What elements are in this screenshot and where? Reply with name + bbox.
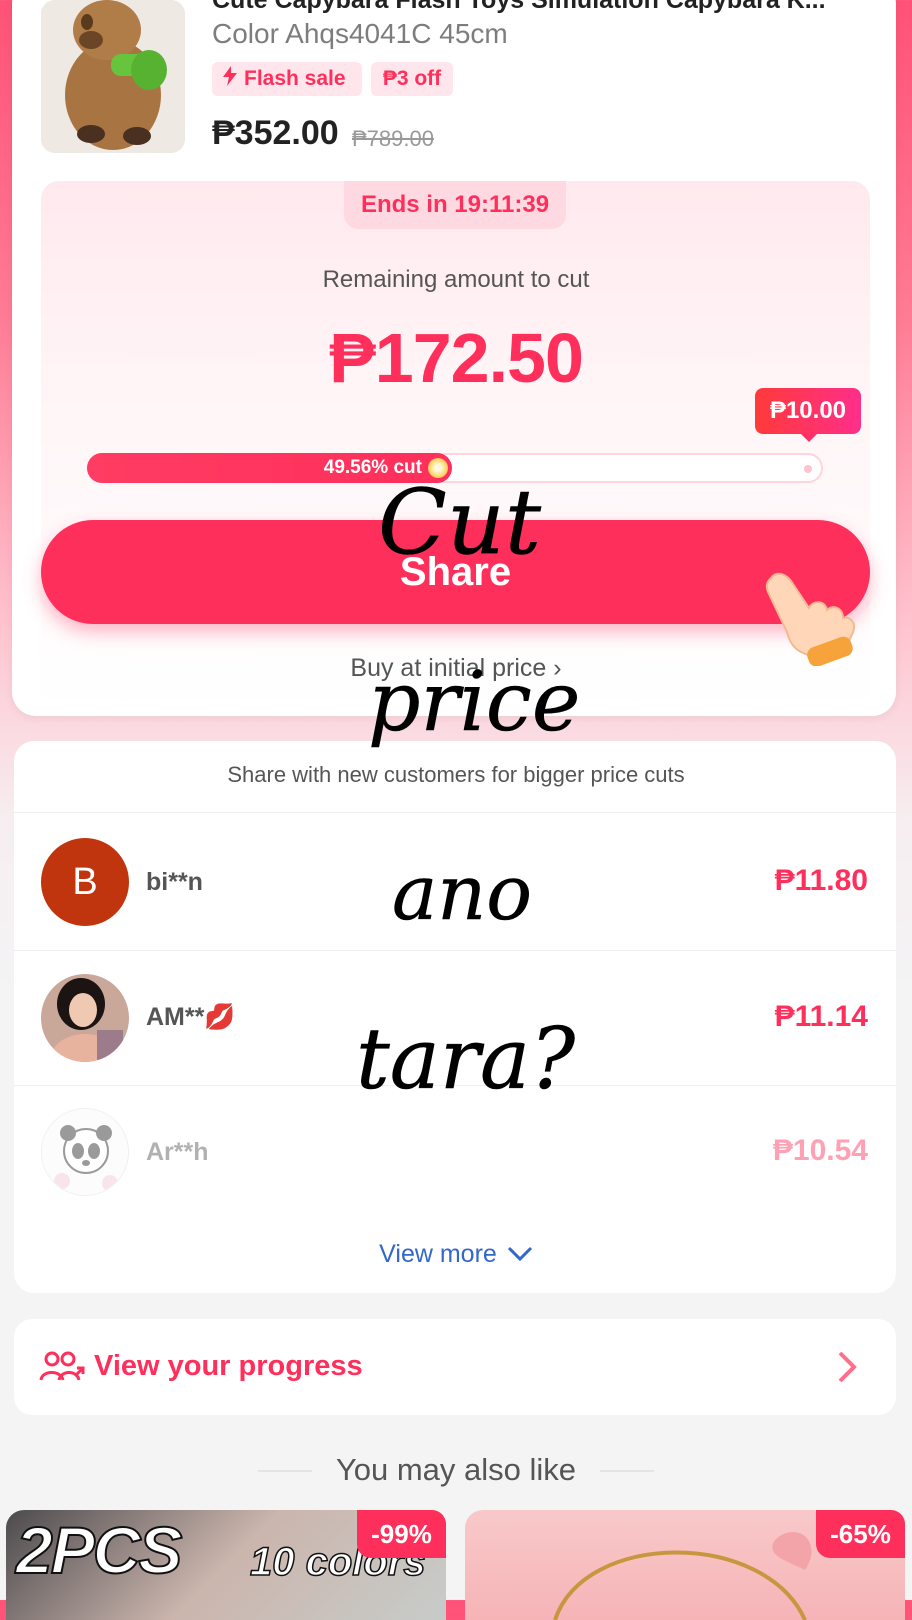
people-icon bbox=[39, 1350, 85, 1389]
divider bbox=[14, 812, 896, 813]
remaining-label: Remaining amount to cut bbox=[322, 266, 590, 293]
product-title[interactable]: Cute Capybara Flash Toys Simulation Capy… bbox=[212, 0, 862, 15]
flash-sale-label: Flash sale bbox=[244, 67, 346, 90]
target-price-tag: ₱10.00 bbox=[755, 388, 861, 442]
progress-end-dot bbox=[804, 465, 812, 473]
overlay-text: price bbox=[368, 655, 581, 751]
banner-text: 2PCS bbox=[15, 1512, 183, 1588]
overlay-text: Cut bbox=[378, 470, 542, 576]
helpers-note: Share with new customers for bigger pric… bbox=[227, 762, 685, 787]
lightning-icon bbox=[222, 66, 238, 92]
helper-name: AM**💋 bbox=[146, 1003, 236, 1031]
helper-cut-amount: ₱11.80 bbox=[774, 864, 868, 897]
product-variant: Color Ahqs4041C 45cm bbox=[212, 18, 508, 49]
product-image[interactable] bbox=[41, 0, 185, 153]
helper-cut-amount: ₱10.54 bbox=[772, 1134, 868, 1167]
flash-sale-badge: Flash sale bbox=[212, 62, 362, 96]
overlay-text: tara? bbox=[356, 1010, 576, 1109]
view-more-label: View more bbox=[379, 1240, 497, 1268]
helper-cut-amount: ₱11.14 bbox=[774, 1000, 868, 1033]
chevron-down-icon bbox=[507, 1240, 533, 1269]
discount-badge: -65% bbox=[816, 1510, 905, 1558]
original-price: ₱789.00 bbox=[352, 126, 434, 151]
helper-name: bi**n bbox=[146, 868, 203, 896]
overlay-text: ano bbox=[392, 848, 533, 938]
divider bbox=[14, 950, 896, 951]
helper-name: Ar**h bbox=[146, 1138, 209, 1166]
current-price: ₱352.00 bbox=[212, 114, 339, 152]
view-more-button[interactable]: View more bbox=[0, 1240, 912, 1269]
price-cut-panel bbox=[41, 181, 870, 711]
chevron-right-icon[interactable] bbox=[836, 1350, 858, 1389]
countdown-timer: Ends in 19:11:39 bbox=[344, 181, 566, 229]
remaining-amount: ₱172.50 bbox=[329, 319, 584, 397]
avatar bbox=[41, 974, 129, 1062]
recommendations-heading: You may also like bbox=[335, 1452, 577, 1487]
view-progress-link[interactable]: View your progress bbox=[94, 1350, 363, 1383]
discount-badge: ₱3 off bbox=[371, 62, 453, 96]
avatar bbox=[41, 1108, 129, 1196]
discount-badge: -99% bbox=[357, 1510, 446, 1558]
avatar: B bbox=[41, 838, 129, 926]
